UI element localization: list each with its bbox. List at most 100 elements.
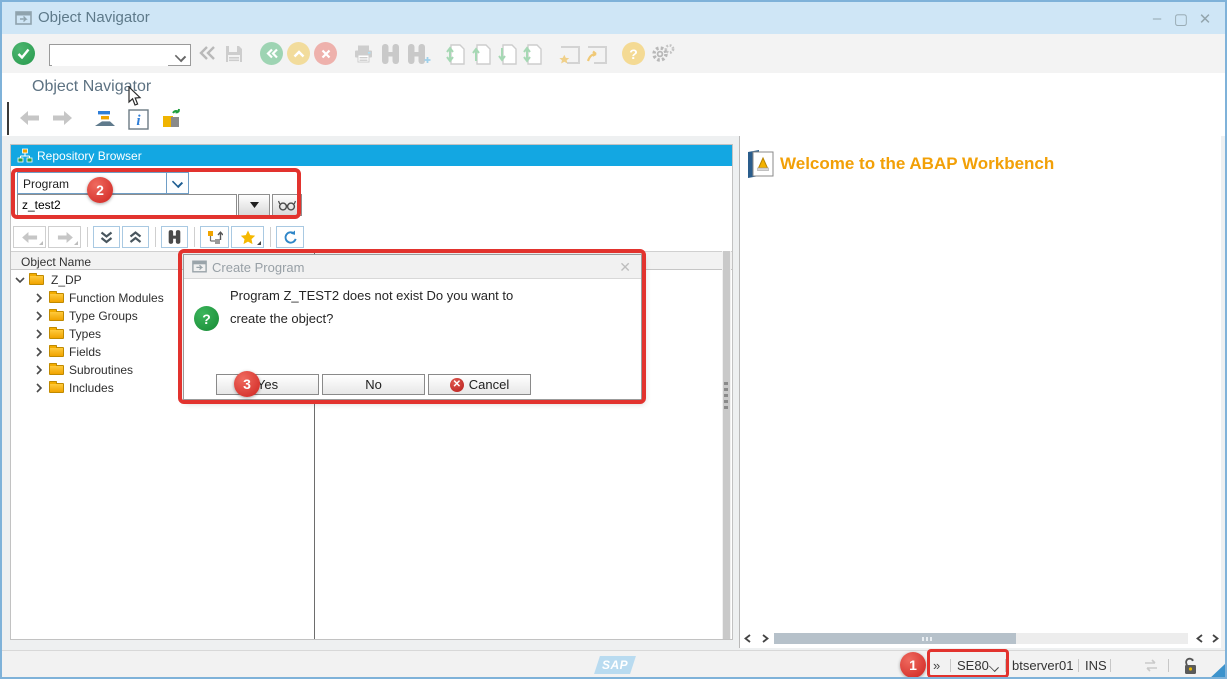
command-input[interactable] bbox=[52, 46, 168, 66]
previous-object-button[interactable] bbox=[13, 226, 46, 248]
yes-button[interactable]: Yes bbox=[216, 374, 319, 395]
tree-item-label[interactable]: Function Modules bbox=[69, 291, 164, 305]
resize-grip[interactable] bbox=[1208, 664, 1225, 679]
status-transaction[interactable]: SE80 bbox=[957, 658, 989, 673]
find-icon[interactable] bbox=[381, 44, 400, 64]
scroll-right-icon[interactable] bbox=[760, 633, 771, 644]
abap-workbench-icon bbox=[745, 149, 776, 179]
dialog-message-line2: create the object? bbox=[230, 311, 333, 326]
tree-item-label[interactable]: Includes bbox=[69, 381, 114, 395]
search-button[interactable] bbox=[161, 226, 188, 248]
tree-item-label[interactable]: Types bbox=[69, 327, 101, 341]
minimize-button[interactable]: – bbox=[1147, 10, 1167, 27]
exit-icon[interactable] bbox=[287, 42, 310, 65]
first-page-icon[interactable] bbox=[446, 44, 465, 65]
object-type-value: Program bbox=[23, 177, 69, 191]
cancel-button[interactable]: ✕ Cancel bbox=[428, 374, 531, 395]
status-bar: SAP » SE80 btserver01 INS 1 bbox=[2, 650, 1225, 679]
back-icon[interactable] bbox=[260, 42, 283, 65]
new-session-icon[interactable] bbox=[558, 44, 580, 64]
tree-item-label[interactable]: Fields bbox=[69, 345, 101, 359]
no-button-label: No bbox=[365, 377, 382, 392]
object-type-select[interactable]: Program bbox=[17, 172, 189, 194]
edit-object-icon[interactable] bbox=[160, 108, 182, 130]
object-name-input[interactable] bbox=[17, 194, 237, 216]
unlocked-padlock-icon[interactable] bbox=[1182, 657, 1198, 675]
scrollbar-thumb[interactable] bbox=[774, 633, 1016, 644]
workbench-panel: Welcome to the ABAP Workbench bbox=[739, 136, 1221, 648]
chevron-down-icon[interactable] bbox=[15, 276, 25, 284]
chevron-right-icon[interactable] bbox=[35, 311, 43, 321]
help-icon[interactable]: ? bbox=[622, 42, 645, 65]
tree-item-label[interactable]: Type Groups bbox=[69, 309, 138, 323]
cancel-button-label: Cancel bbox=[469, 377, 509, 392]
history-back-icon[interactable] bbox=[20, 111, 40, 125]
dialog-close-icon[interactable]: ✕ bbox=[619, 259, 631, 276]
sap-logo: SAP bbox=[594, 656, 636, 674]
dialog-message-line1: Program Z_TEST2 does not exist Do you wa… bbox=[230, 288, 513, 303]
repository-browser-title: Repository Browser bbox=[37, 149, 142, 163]
no-button[interactable]: No bbox=[322, 374, 425, 395]
scroll-left-icon[interactable] bbox=[1194, 633, 1205, 644]
close-button[interactable]: ✕ bbox=[1195, 10, 1215, 28]
chevron-right-icon[interactable] bbox=[35, 329, 43, 339]
maximize-button[interactable]: ▢ bbox=[1171, 10, 1191, 28]
next-object-button[interactable] bbox=[48, 226, 81, 248]
chevron-down-icon[interactable] bbox=[175, 51, 186, 62]
history-forward-icon[interactable] bbox=[52, 111, 72, 125]
tree-vertical-scrollbar[interactable] bbox=[722, 251, 731, 639]
object-name-dropdown-button[interactable] bbox=[238, 194, 270, 216]
collapse-command-icon[interactable] bbox=[198, 45, 216, 61]
print-icon[interactable] bbox=[353, 45, 374, 63]
favorites-button[interactable] bbox=[231, 226, 264, 248]
collapse-all-button[interactable] bbox=[122, 226, 149, 248]
next-page-icon[interactable] bbox=[498, 44, 517, 65]
create-program-dialog: Create Program ✕ ? Program Z_TEST2 does … bbox=[183, 254, 642, 400]
scroll-right-icon[interactable] bbox=[1210, 633, 1221, 644]
select-arrow-button[interactable] bbox=[166, 173, 188, 193]
chevron-right-icon[interactable] bbox=[35, 365, 43, 375]
find-next-icon[interactable] bbox=[407, 44, 431, 65]
cancel-x-icon: ✕ bbox=[450, 378, 464, 392]
glasses-icon bbox=[278, 200, 296, 211]
chevron-down-icon bbox=[172, 177, 183, 188]
cancel-icon[interactable] bbox=[314, 42, 337, 65]
welcome-title: Welcome to the ABAP Workbench bbox=[780, 154, 1054, 174]
status-more-icon[interactable]: » bbox=[933, 658, 940, 673]
tree-item-label[interactable]: Subroutines bbox=[69, 363, 133, 377]
tree-root-label[interactable]: Z_DP bbox=[51, 273, 82, 287]
tree-column-title: Object Name bbox=[21, 255, 91, 269]
scrollbar-grip bbox=[724, 379, 729, 412]
dialog-title-bar[interactable]: Create Program ✕ bbox=[184, 255, 641, 279]
chevron-right-icon[interactable] bbox=[35, 383, 43, 393]
last-page-icon[interactable] bbox=[523, 44, 542, 65]
previous-page-icon[interactable] bbox=[472, 44, 491, 65]
scroll-left-icon[interactable] bbox=[742, 633, 753, 644]
refresh-button[interactable] bbox=[276, 226, 304, 248]
question-icon: ? bbox=[194, 306, 219, 331]
info-icon[interactable]: i bbox=[128, 109, 149, 130]
open-folder-icon bbox=[29, 275, 44, 285]
chevron-right-icon[interactable] bbox=[35, 347, 43, 357]
chevron-down-icon[interactable] bbox=[989, 662, 999, 672]
expand-all-button[interactable] bbox=[93, 226, 120, 248]
folder-icon bbox=[49, 347, 64, 357]
create-shortcut-icon[interactable] bbox=[585, 44, 607, 64]
sap-gui-window: Object Navigator – ▢ ✕ bbox=[0, 0, 1227, 679]
repository-browser-header: Repository Browser bbox=[11, 145, 732, 166]
system-toolbar: ? bbox=[2, 34, 1225, 74]
display-hierarchy-button[interactable] bbox=[200, 226, 229, 248]
command-field[interactable] bbox=[49, 44, 191, 66]
status-server: btserver01 bbox=[1012, 658, 1073, 673]
save-icon[interactable] bbox=[224, 44, 244, 64]
customize-icon[interactable] bbox=[651, 43, 675, 65]
folder-icon bbox=[49, 293, 64, 303]
window-icon bbox=[15, 11, 32, 25]
scrollbar-thumb[interactable] bbox=[723, 251, 730, 639]
window-title: Object Navigator bbox=[38, 9, 150, 26]
chevron-right-icon[interactable] bbox=[35, 293, 43, 303]
display-object-button[interactable] bbox=[272, 194, 302, 216]
horizontal-scrollbar[interactable] bbox=[742, 632, 1220, 645]
sort-list-icon[interactable] bbox=[94, 109, 116, 129]
enter-button[interactable] bbox=[12, 42, 35, 65]
